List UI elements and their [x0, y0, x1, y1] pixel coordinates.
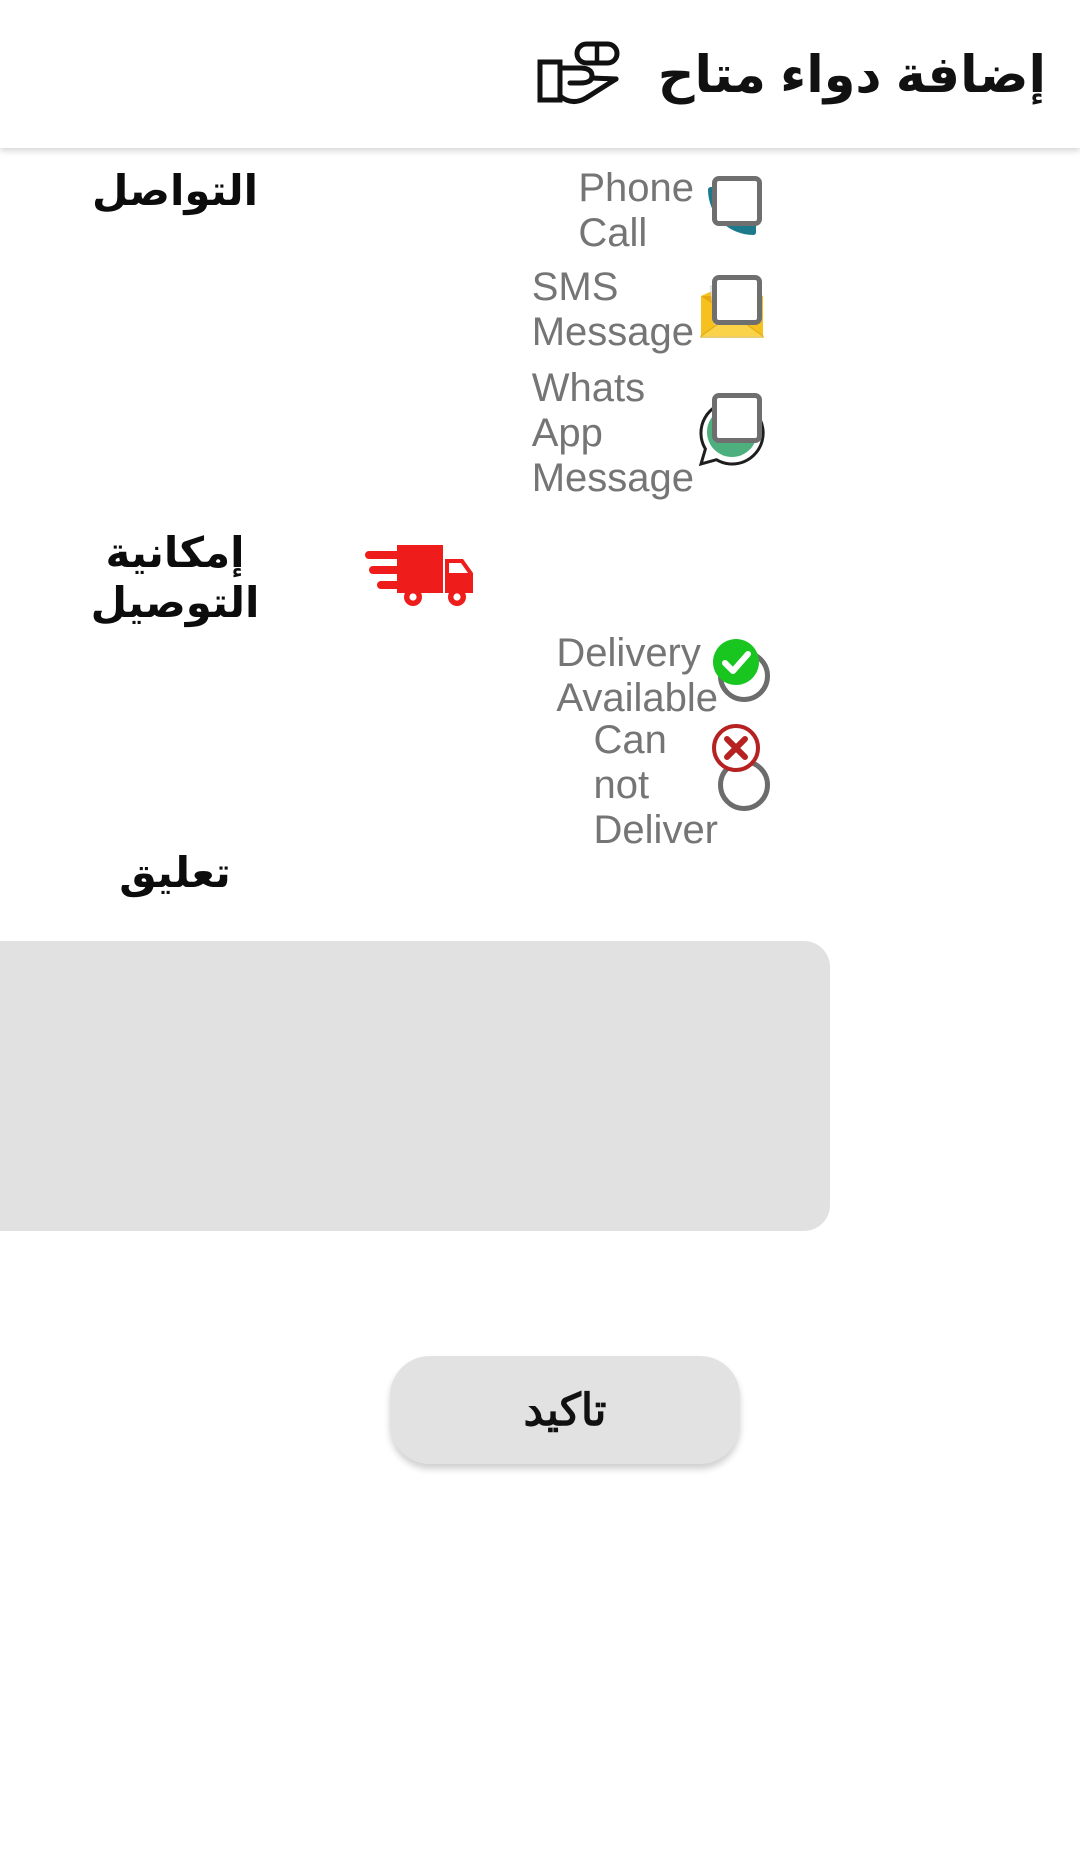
- comment-input[interactable]: [0, 941, 830, 1231]
- delivery-section-label: إمكانية التوصيل: [90, 529, 260, 626]
- delivery-option-label: Delivery Available: [556, 631, 719, 720]
- app-bar: إضافة دواء متاح: [0, 0, 1080, 148]
- page-title: إضافة دواء متاح: [657, 45, 1046, 103]
- contact-option-label: Phone Call: [578, 166, 694, 255]
- hand-holding-pill-icon: [536, 38, 622, 110]
- delivery-option-label: Can not Deliver: [593, 718, 719, 852]
- delivery-truck-icon: [360, 533, 490, 613]
- comment-section-label: تعليق: [119, 849, 231, 896]
- x-circle-icon: [710, 722, 762, 774]
- contact-option-label: SMS Message: [531, 265, 694, 354]
- contact-option-label: Whats App Message: [531, 366, 695, 500]
- checkbox-whatsapp-message[interactable]: [712, 393, 762, 443]
- confirm-button[interactable]: تاكيد: [390, 1356, 740, 1464]
- page-content: التواصل Phone Call SMS Message Whats App…: [0, 148, 1080, 1850]
- checkbox-sms-message[interactable]: [712, 275, 762, 325]
- checkbox-phone-call[interactable]: [712, 176, 762, 226]
- check-circle-icon: [710, 636, 762, 688]
- contact-section-label: التواصل: [91, 167, 259, 214]
